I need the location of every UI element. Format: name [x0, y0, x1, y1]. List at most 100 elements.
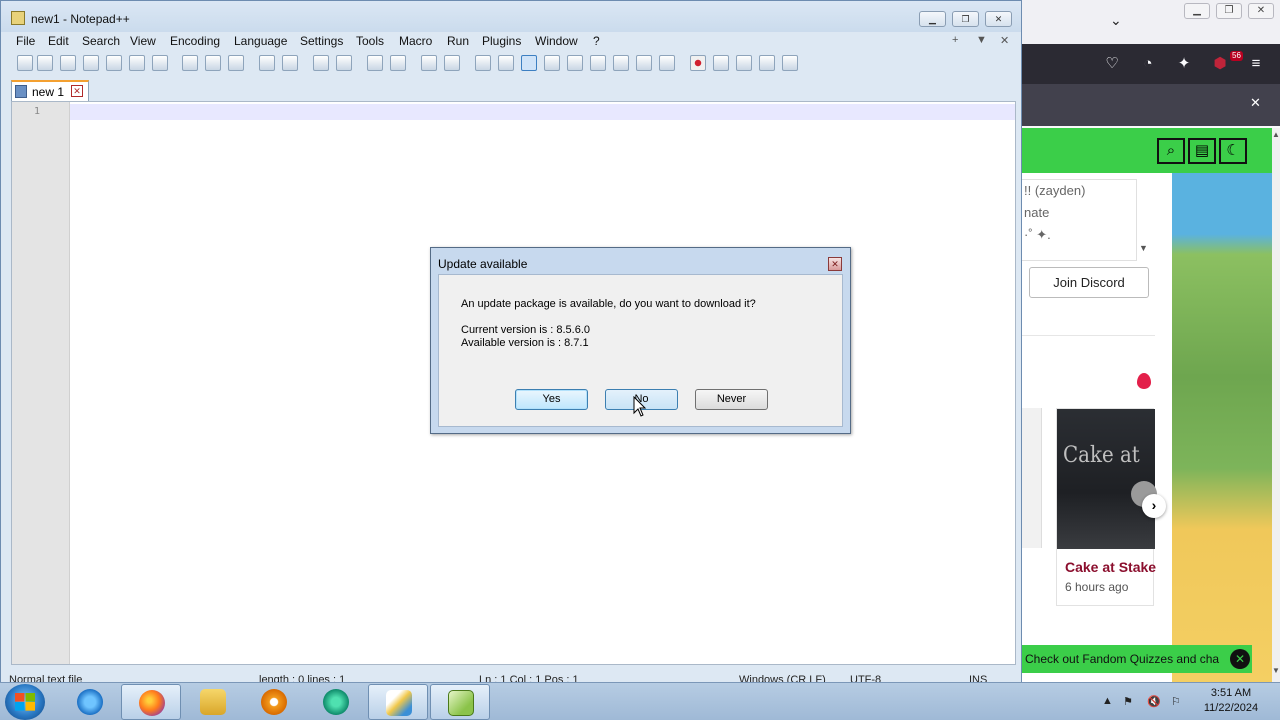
article-card[interactable]: Cake at Cake at Stake 6 hours ago: [1056, 408, 1157, 606]
restore-button[interactable]: ❐: [952, 11, 979, 27]
search-icon[interactable]: ⌕: [1157, 138, 1185, 164]
scroll-up-icon[interactable]: ▲: [1272, 130, 1280, 139]
menu-tools[interactable]: Tools: [356, 34, 384, 48]
account-icon[interactable]: ◔: [1138, 54, 1158, 74]
new-tab-icon[interactable]: +: [952, 34, 958, 46]
doc-map-icon[interactable]: [567, 55, 583, 71]
menu-window[interactable]: Window: [535, 34, 578, 48]
card-partial[interactable]: [1022, 408, 1042, 548]
menu-view[interactable]: View: [130, 34, 156, 48]
function-list-icon[interactable]: [590, 55, 606, 71]
save-icon[interactable]: [60, 55, 76, 71]
network-icon[interactable]: ⚐: [1171, 695, 1181, 708]
folder-workspace-icon[interactable]: [613, 55, 629, 71]
start-button[interactable]: [5, 684, 45, 720]
status-eol: Windows (CR LF): [739, 674, 826, 682]
redo-icon[interactable]: [282, 55, 298, 71]
run-macro-multiple-icon[interactable]: [759, 55, 775, 71]
ublock-icon[interactable]: ⬢: [1210, 54, 1230, 74]
taskbar-file-explorer[interactable]: [183, 684, 243, 720]
tab-list-icon[interactable]: ▼: [976, 34, 987, 46]
show-all-chars-icon[interactable]: [498, 55, 514, 71]
replace-icon[interactable]: [336, 55, 352, 71]
paste-icon[interactable]: [228, 55, 244, 71]
menu-file[interactable]: File: [16, 34, 35, 48]
monitoring-icon[interactable]: [636, 55, 652, 71]
pocket-icon[interactable]: ♡: [1102, 54, 1122, 74]
menu-plugins[interactable]: Plugins: [482, 34, 521, 48]
volume-muted-icon[interactable]: 🔇: [1147, 695, 1161, 708]
close-file-icon[interactable]: [106, 55, 122, 71]
taskbar-firefox[interactable]: [121, 684, 181, 720]
save-all-icon[interactable]: [83, 55, 99, 71]
action-center-icon[interactable]: ⚑: [1123, 695, 1133, 708]
close-button[interactable]: ✕: [985, 11, 1012, 27]
undo-icon[interactable]: [259, 55, 275, 71]
cut-icon[interactable]: [182, 55, 198, 71]
stop-macro-icon[interactable]: [713, 55, 729, 71]
system-clock[interactable]: 3:51 AM 11/22/2024: [1196, 686, 1266, 716]
show-hidden-icons-icon[interactable]: ▲: [1102, 695, 1113, 707]
extensions-icon[interactable]: ✦: [1174, 54, 1194, 74]
minimize-button[interactable]: ▁: [919, 11, 946, 27]
menu-edit[interactable]: Edit: [48, 34, 69, 48]
menu-language[interactable]: Language: [234, 34, 287, 48]
play-macro-icon[interactable]: [736, 55, 752, 71]
trending-icon: [1137, 373, 1151, 389]
discussions-icon[interactable]: ▤: [1188, 138, 1216, 164]
close-icon[interactable]: ✕: [1250, 95, 1261, 111]
dialog-close-button[interactable]: ✕: [828, 257, 842, 271]
open-file-icon[interactable]: [37, 55, 53, 71]
taskbar-paint[interactable]: [368, 684, 428, 720]
udl-icon[interactable]: [544, 55, 560, 71]
close-icon[interactable]: ✕: [1230, 649, 1250, 669]
menu-settings[interactable]: Settings: [300, 34, 343, 48]
zoom-in-icon[interactable]: [367, 55, 383, 71]
card-title[interactable]: Cake at Stake: [1065, 559, 1156, 575]
menu-run[interactable]: Run: [447, 34, 469, 48]
scrollbar[interactable]: ▲ ▼: [1272, 128, 1280, 682]
taskbar-chat-app[interactable]: [306, 684, 366, 720]
join-discord-button[interactable]: Join Discord: [1029, 267, 1149, 298]
word-wrap-icon[interactable]: [475, 55, 491, 71]
yes-button[interactable]: Yes: [515, 389, 588, 410]
mouse-cursor-icon: [633, 396, 647, 417]
chevron-down-icon[interactable]: ▼: [1139, 243, 1148, 253]
never-button[interactable]: Never: [695, 389, 768, 410]
browser-minimize-button[interactable]: ▁: [1184, 3, 1210, 19]
taskbar-notepad-plus-plus[interactable]: [430, 684, 490, 720]
find-icon[interactable]: [313, 55, 329, 71]
tab-list-chevron-icon[interactable]: ⌄: [1110, 12, 1122, 29]
menu-help[interactable]: ?: [593, 34, 600, 48]
browser-restore-button[interactable]: ❐: [1216, 3, 1242, 19]
quiz-banner[interactable]: Check out Fandom Quizzes and cha ✕: [1022, 645, 1252, 673]
carousel-next-button[interactable]: ›: [1142, 494, 1166, 518]
sync-h-icon[interactable]: [444, 55, 460, 71]
print-icon[interactable]: [152, 55, 168, 71]
close-doc-icon[interactable]: ✕: [1000, 34, 1009, 47]
file-icon: [15, 85, 27, 98]
tab-new1[interactable]: new 1 ✕: [11, 80, 89, 101]
menu-macro[interactable]: Macro: [399, 34, 432, 48]
doc-switcher-icon[interactable]: [659, 55, 675, 71]
close-icon[interactable]: ✕: [71, 85, 83, 97]
scroll-down-icon[interactable]: ▼: [1272, 666, 1280, 675]
menu-search[interactable]: Search: [82, 34, 120, 48]
dark-mode-icon[interactable]: ☾: [1219, 138, 1247, 164]
save-macro-icon[interactable]: [782, 55, 798, 71]
thumbnail-text: Cake at: [1063, 443, 1140, 468]
zoom-out-icon[interactable]: [390, 55, 406, 71]
taskbar-media-player[interactable]: [244, 684, 304, 720]
close-all-icon[interactable]: [129, 55, 145, 71]
copy-icon[interactable]: [205, 55, 221, 71]
menu-encoding[interactable]: Encoding: [170, 34, 220, 48]
indent-guide-icon[interactable]: [521, 55, 537, 71]
sync-v-icon[interactable]: [421, 55, 437, 71]
record-macro-icon[interactable]: [690, 55, 706, 71]
chat-line: nate: [1024, 205, 1050, 220]
menu-icon[interactable]: ≡: [1246, 54, 1266, 74]
new-file-icon[interactable]: [17, 55, 33, 71]
media-player-icon: [261, 689, 287, 715]
browser-close-button[interactable]: ✕: [1248, 3, 1274, 19]
taskbar-internet-explorer[interactable]: [60, 684, 120, 720]
